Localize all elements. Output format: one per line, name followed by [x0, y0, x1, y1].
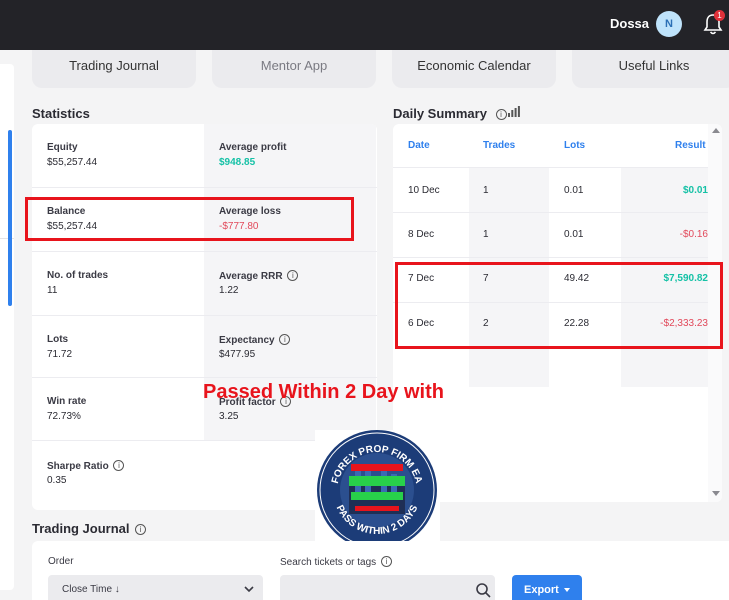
scroll-up-arrow-icon[interactable]: [712, 128, 720, 133]
stat-label-group: Sharpe Ratio i: [47, 460, 125, 472]
stat-label: Win rate: [47, 396, 87, 407]
stat-label: No. of trades: [47, 270, 109, 281]
info-icon[interactable]: i: [113, 460, 125, 471]
export-button[interactable]: Export: [512, 575, 582, 600]
stat-value: 3.25: [219, 411, 239, 422]
column-header-lots[interactable]: Lots: [564, 140, 585, 151]
row-divider: [393, 167, 708, 168]
search-icon[interactable]: [475, 582, 491, 598]
row-divider: [393, 257, 708, 258]
stat-average-rrr: Average RRR i 1.22: [204, 252, 376, 315]
stat-value: $55,257.44: [47, 157, 98, 168]
stat-no-of-trades: No. of trades 11: [32, 252, 204, 315]
stat-value: 0.35: [47, 475, 67, 486]
search-label-group: Search tickets or tags i: [280, 556, 392, 568]
column-header-trades[interactable]: Trades: [483, 140, 515, 151]
cell-trades: 1: [483, 185, 489, 196]
info-icon[interactable]: i: [495, 109, 507, 120]
overlay-caption: Passed Within 2 Day with: [203, 381, 444, 403]
tab-useful-links[interactable]: Useful Links: [572, 50, 729, 88]
stat-sharpe-ratio: Sharpe Ratio i 0.35: [32, 442, 204, 505]
stat-value: 11: [47, 285, 58, 296]
scroll-down-arrow-icon[interactable]: [712, 491, 720, 496]
cell-lots: 0.01: [564, 229, 584, 240]
stat-value: $477.95: [219, 349, 256, 360]
stat-label: Average RRR: [219, 271, 283, 282]
stat-expectancy: Expectancy i $477.95: [204, 316, 376, 379]
stat-label: Expectancy: [219, 335, 275, 346]
cell-date: 8 Dec: [408, 229, 435, 240]
tab-trading-journal[interactable]: Trading Journal: [32, 50, 196, 88]
stat-value: 71.72: [47, 349, 73, 360]
tab-economic-calendar[interactable]: Economic Calendar: [392, 50, 556, 88]
info-icon[interactable]: i: [287, 270, 299, 281]
highlight-box-daily-results: [395, 262, 723, 349]
column-header-date[interactable]: Date: [408, 140, 430, 151]
order-select[interactable]: Close Time ↓: [48, 575, 263, 600]
cell-result: -$0.16: [679, 229, 708, 240]
search-label: Search tickets or tags: [280, 557, 377, 568]
info-icon[interactable]: i: [279, 334, 291, 345]
seal-graphic: FOREX PROP FIRM EA PASS WITHIN 2 DAYS: [317, 430, 437, 550]
daily-summary-heading: Daily Summary i: [393, 106, 507, 121]
row-divider: [393, 212, 708, 213]
trading-journal-heading: Trading Journal i: [32, 521, 147, 536]
promo-logo-seal: FOREX PROP FIRM EA PASS WITHIN 2 DAYS: [315, 430, 440, 555]
stat-equity: Equity $55,257.44: [32, 124, 204, 187]
stat-label: Sharpe Ratio: [47, 461, 109, 472]
trading-journal-title: Trading Journal: [32, 521, 130, 536]
stat-average-profit: Average profit $948.85: [204, 124, 376, 187]
order-label: Order: [48, 556, 74, 567]
cell-result: $0.01: [682, 185, 708, 196]
stat-value: 1.22: [219, 285, 239, 296]
column-header-result[interactable]: Result: [675, 140, 706, 151]
user-name[interactable]: Dossa: [610, 16, 649, 31]
sidebar-active-indicator: [8, 130, 12, 306]
stat-label: Equity: [47, 142, 78, 153]
info-icon[interactable]: i: [135, 524, 147, 535]
stat-label: Average profit: [219, 142, 287, 153]
cell-trades: 1: [483, 229, 489, 240]
stat-label-group: Average RRR i: [219, 270, 299, 282]
stat-label-group: Expectancy i: [219, 334, 291, 346]
statistics-title: Statistics: [32, 106, 90, 121]
stat-lots: Lots 71.72: [32, 316, 204, 379]
stat-value: 72.73%: [47, 411, 81, 422]
info-icon[interactable]: i: [380, 556, 392, 567]
cell-lots: 0.01: [564, 185, 584, 196]
tab-mentor-app[interactable]: Mentor App: [212, 50, 376, 88]
search-input[interactable]: [280, 575, 495, 600]
chevron-down-icon[interactable]: [244, 585, 254, 593]
caret-down-icon[interactable]: [564, 588, 570, 592]
avatar[interactable]: N: [656, 11, 682, 37]
highlight-box-balance: [25, 197, 354, 241]
notification-badge: 1: [714, 10, 725, 21]
stat-value: $948.85: [219, 157, 256, 168]
bar-chart-icon[interactable]: [508, 106, 520, 117]
stat-label: Lots: [47, 334, 69, 345]
stat-win-rate: Win rate 72.73%: [32, 378, 204, 441]
daily-summary-title: Daily Summary: [393, 106, 487, 121]
cell-date: 10 Dec: [408, 185, 440, 196]
